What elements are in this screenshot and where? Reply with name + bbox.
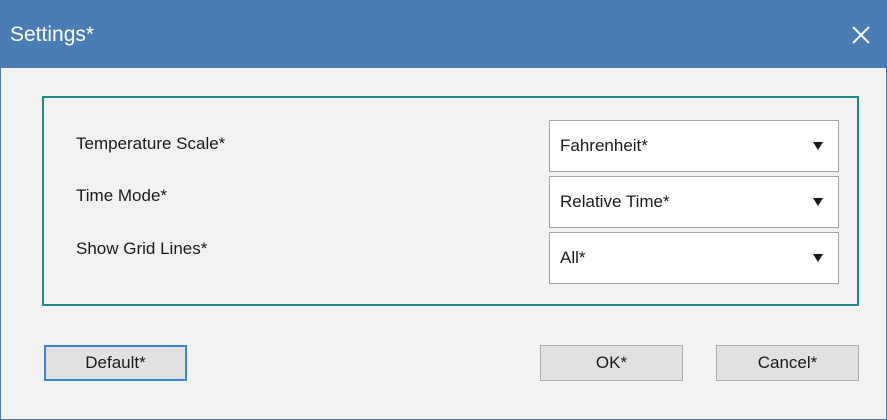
close-button[interactable]	[844, 19, 878, 51]
dropdown-arrow-icon	[813, 254, 823, 262]
title-bar[interactable]: Settings*	[1, 1, 886, 68]
dialog-title: Settings*	[10, 23, 95, 46]
time-mode-label: Time Mode*	[76, 186, 168, 205]
time-mode-value: Relative Time*	[560, 192, 670, 211]
settings-group: Temperature Scale* Fahrenheit* Time Mode…	[42, 96, 859, 306]
show-grid-lines-label: Show Grid Lines*	[76, 239, 208, 258]
close-icon	[852, 26, 870, 44]
temperature-scale-value: Fahrenheit*	[560, 136, 648, 155]
temperature-scale-dropdown[interactable]: Fahrenheit*	[549, 120, 839, 172]
dialog-content: Temperature Scale* Fahrenheit* Time Mode…	[1, 68, 886, 419]
settings-dialog: Settings* Temperature Scale* Fahrenheit*…	[0, 0, 887, 420]
dropdown-arrow-icon	[813, 198, 823, 206]
ok-button[interactable]: OK*	[540, 345, 683, 381]
show-grid-lines-value: All*	[560, 248, 586, 267]
cancel-button[interactable]: Cancel*	[716, 345, 859, 381]
default-button[interactable]: Default*	[44, 345, 187, 381]
dropdown-arrow-icon	[813, 142, 823, 150]
time-mode-dropdown[interactable]: Relative Time*	[549, 176, 839, 228]
show-grid-lines-dropdown[interactable]: All*	[549, 232, 839, 284]
temperature-scale-label: Temperature Scale*	[76, 134, 226, 153]
